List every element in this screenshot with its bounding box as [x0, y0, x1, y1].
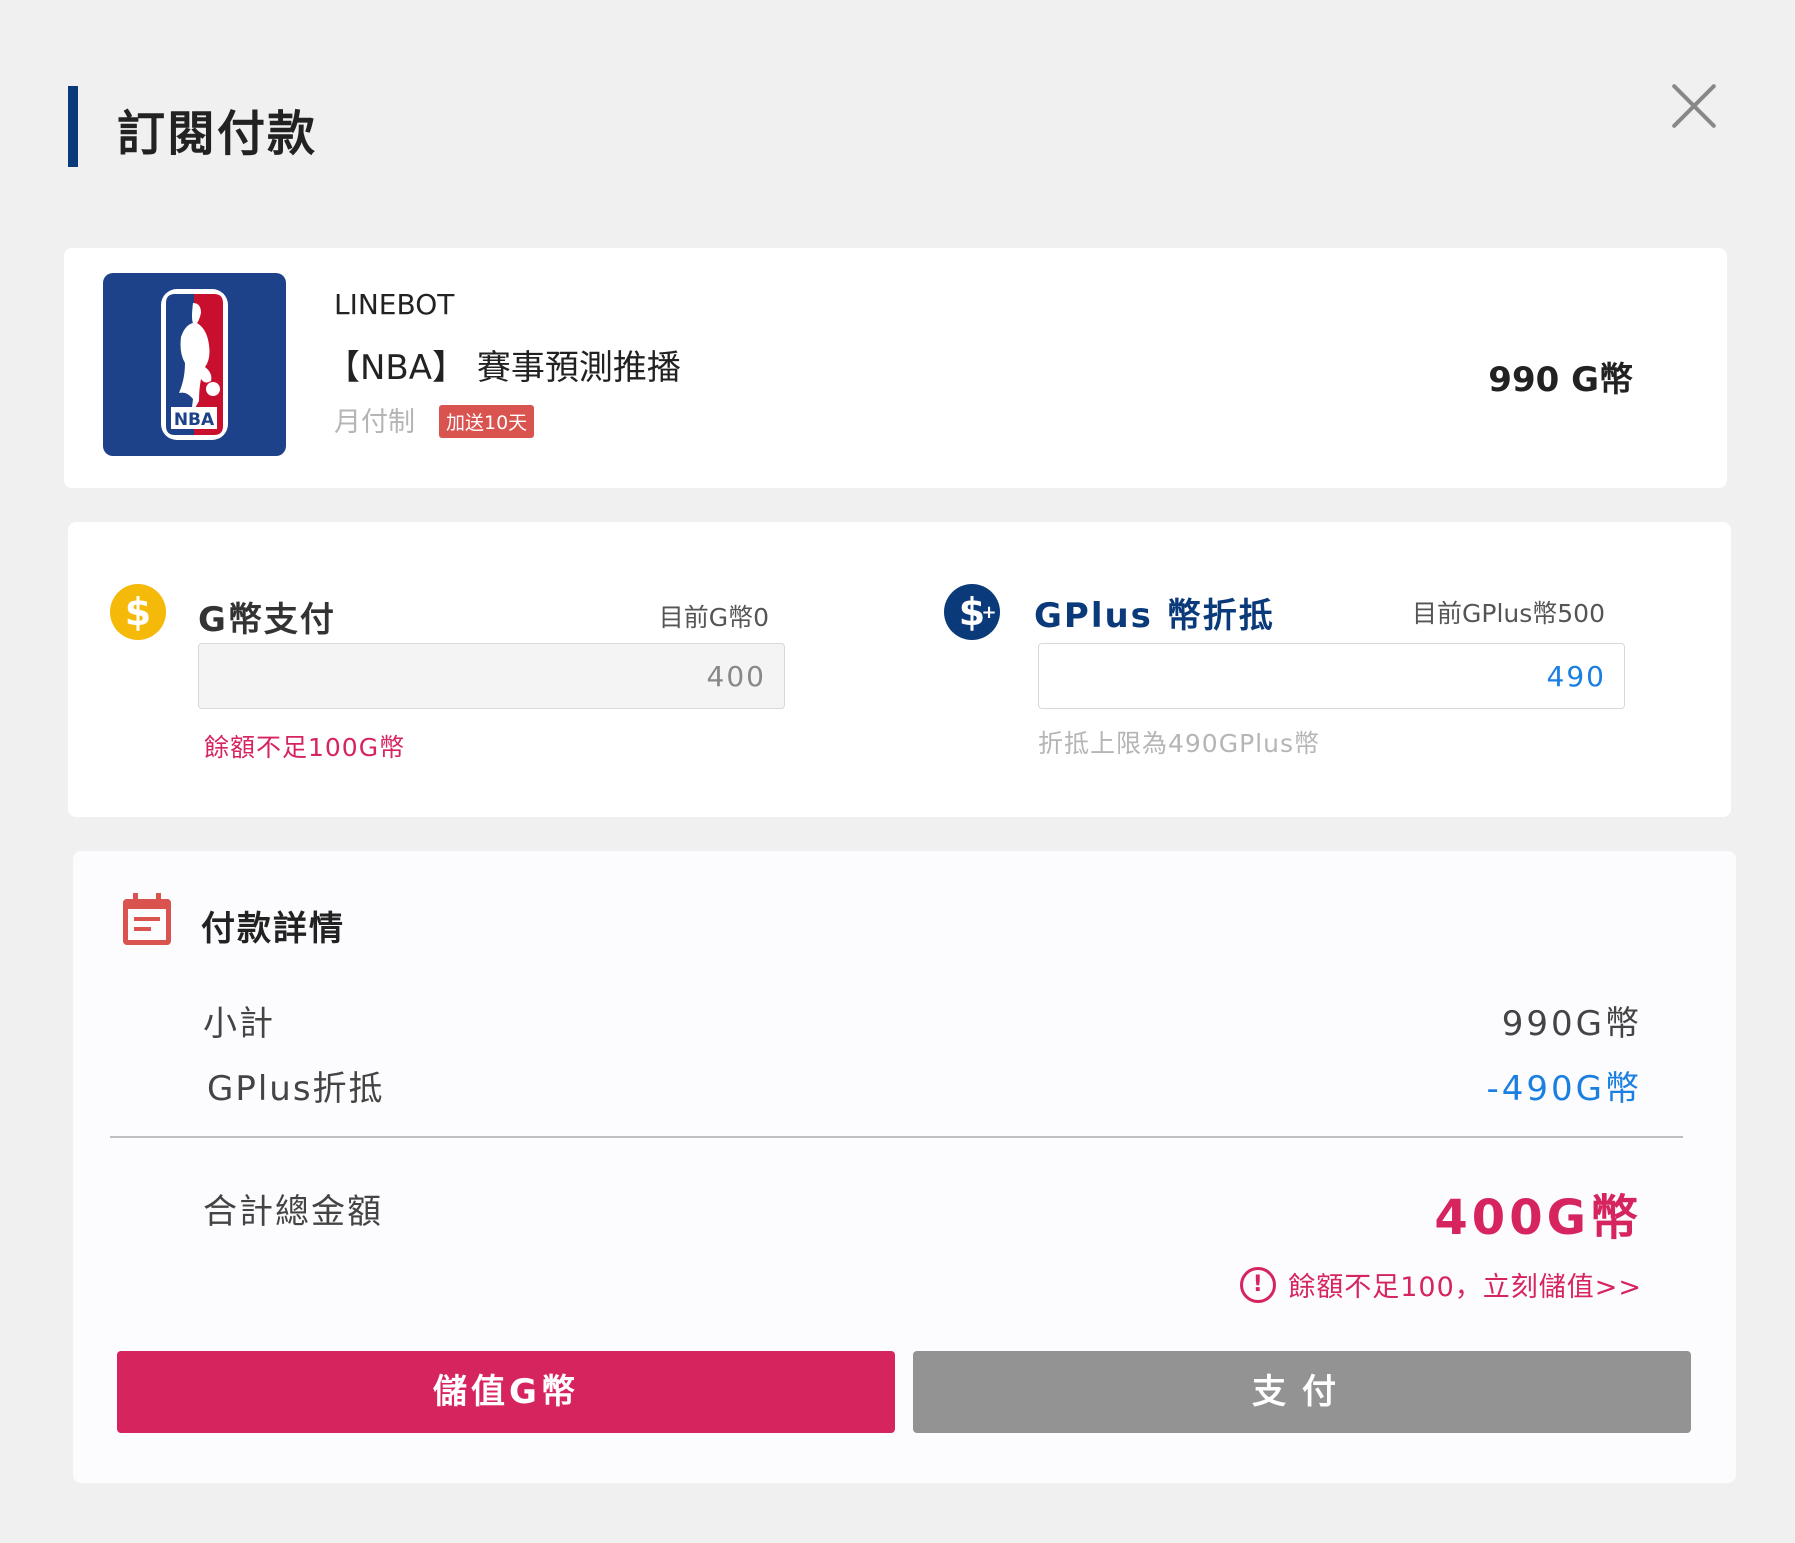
total-value: 400G幣	[1434, 1190, 1642, 1246]
gplus-coin-amount-input[interactable]	[1038, 643, 1625, 709]
total-label: 合計總金額	[203, 1192, 383, 1232]
g-coin-amount-input[interactable]	[198, 643, 785, 709]
product-price: 990 G幣	[1488, 360, 1633, 400]
bonus-badge: 加送10天	[439, 405, 535, 438]
nba-logo-text: NBA	[174, 410, 215, 430]
plan-type: 月付制	[334, 407, 415, 438]
subtotal-value: 990G幣	[1501, 1004, 1642, 1044]
dialog-header: 訂閱付款	[0, 0, 1795, 200]
pay-button[interactable]: 支付	[913, 1351, 1691, 1433]
exclamation-circle-icon: !	[1240, 1266, 1277, 1303]
gplus-coin-label: GPlus 幣折抵	[1034, 596, 1275, 636]
payment-method-card: $ G幣支付 目前G幣0 餘額不足100G幣 $+ GPlus 幣折抵 目前GP…	[68, 522, 1731, 817]
topup-warning-text: 餘額不足100，立刻儲值>>	[1288, 1272, 1642, 1303]
g-coin-label: G幣支付	[198, 600, 336, 640]
bot-name: LINEBOT	[334, 288, 455, 321]
dollar-plus-coin-icon: $ +	[944, 584, 1000, 640]
discount-label: GPlus折抵	[207, 1069, 385, 1109]
g-coin-insufficient-hint: 餘額不足100G幣	[204, 733, 406, 762]
g-coin-balance: 目前G幣0	[658, 603, 769, 632]
close-icon[interactable]	[1668, 80, 1720, 132]
details-title: 付款詳情	[201, 909, 345, 949]
nba-logo-icon: NBA	[161, 289, 228, 440]
product-name: 【NBA】 賽事預測推播	[326, 348, 681, 388]
gplus-coin-balance: 目前GPlus幣500	[1412, 599, 1605, 628]
dollar-coin-icon: $	[110, 584, 166, 640]
calendar-icon	[123, 893, 171, 945]
subtotal-label: 小計	[203, 1004, 275, 1044]
topup-warning-link[interactable]: ! 餘額不足100，立刻儲值>>	[1240, 1265, 1642, 1304]
topup-button[interactable]: 儲值G幣	[117, 1351, 895, 1433]
gplus-limit-hint: 折抵上限為490GPlus幣	[1038, 729, 1320, 758]
page-title: 訂閱付款	[117, 106, 318, 162]
product-card: NBA LINEBOT 【NBA】 賽事預測推播 月付制 加送10天 990 G…	[64, 248, 1727, 488]
divider	[110, 1136, 1683, 1138]
title-accent-bar	[68, 86, 78, 167]
payment-details-card: 付款詳情 小計 990G幣 GPlus折抵 -490G幣 合計總金額 400G幣…	[73, 851, 1736, 1483]
nba-logo: NBA	[103, 273, 286, 456]
discount-value: -490G幣	[1486, 1069, 1642, 1109]
